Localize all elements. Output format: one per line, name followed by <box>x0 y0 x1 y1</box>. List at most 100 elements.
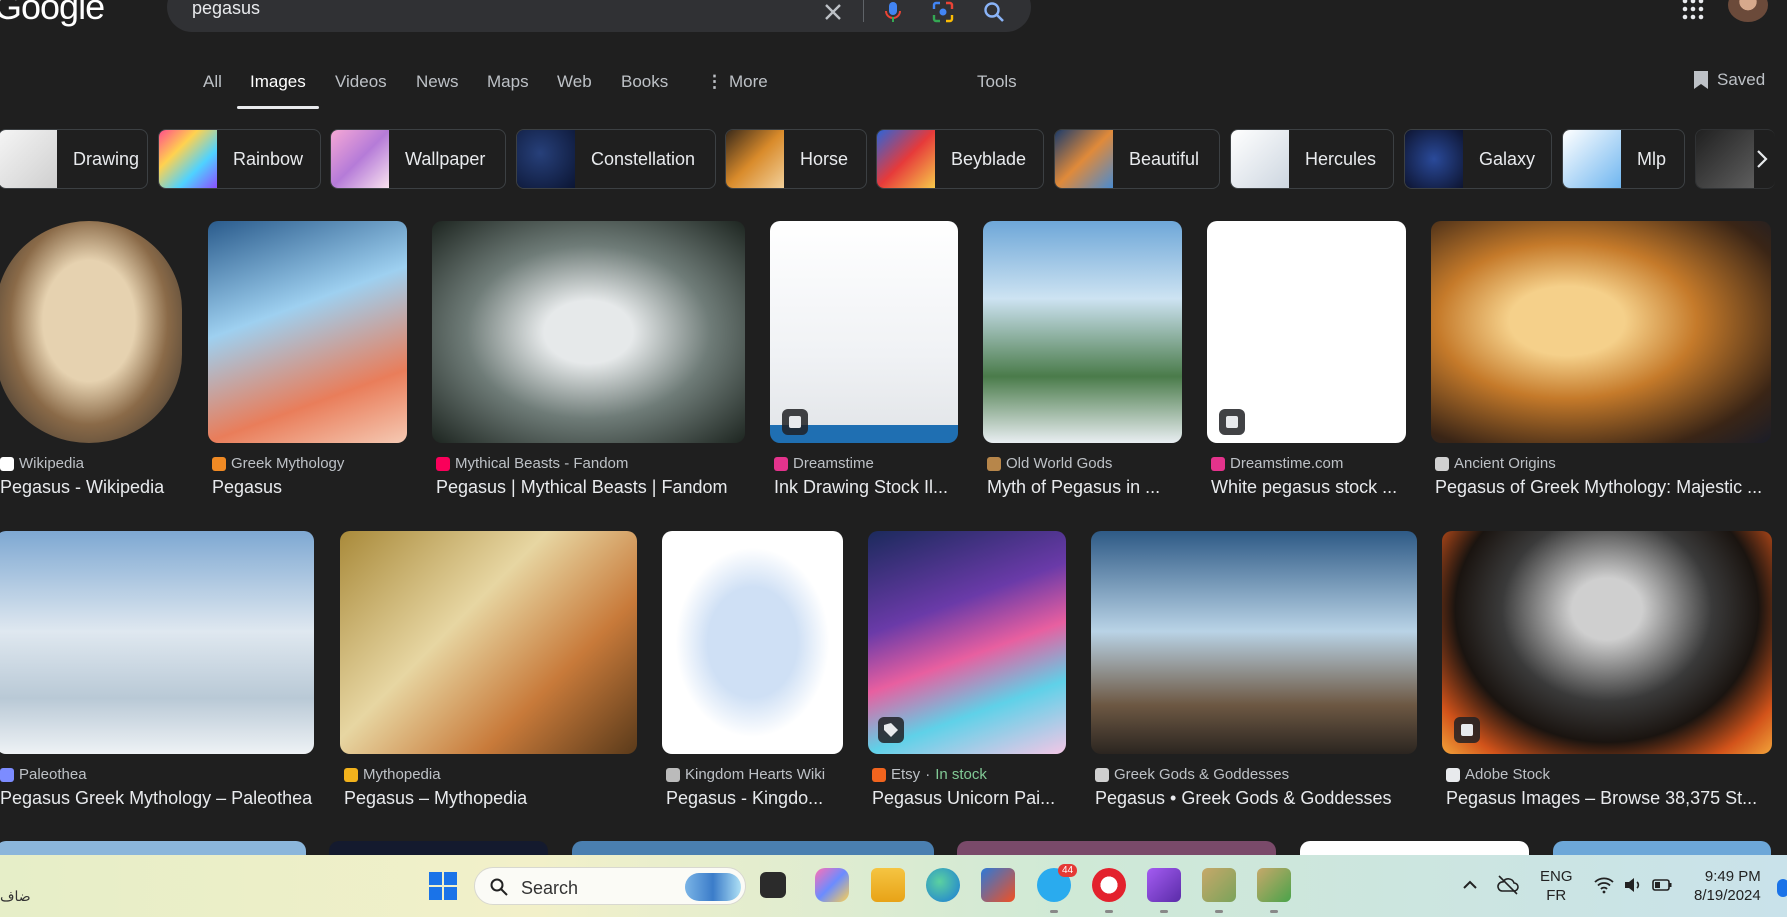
notification-icon[interactable] <box>1777 879 1787 897</box>
google-logo[interactable]: Google <box>0 0 105 28</box>
chip-beyblade[interactable]: Beyblade <box>876 129 1044 189</box>
task-view-icon[interactable] <box>760 872 786 898</box>
image-result[interactable]: Old World Gods Myth of Pegasus in ... <box>983 221 1182 506</box>
result-image[interactable] <box>432 221 745 443</box>
result-image[interactable] <box>0 221 182 443</box>
result-source[interactable]: Old World Gods <box>987 455 1112 472</box>
avatar[interactable] <box>1728 0 1768 22</box>
image-result-peek[interactable] <box>957 841 1276 855</box>
image-result[interactable]: Dreamstime.com White pegasus stock ... <box>1207 221 1406 506</box>
image-result[interactable]: Etsy · In stock Pegasus Unicorn Pai... <box>868 531 1066 816</box>
language-indicator[interactable]: ENG FR <box>1540 867 1573 905</box>
apps-icon[interactable] <box>1682 0 1704 20</box>
result-title[interactable]: Pegasus - Kingdo... <box>666 788 847 809</box>
image-result-peek[interactable] <box>572 841 934 855</box>
system-clock[interactable]: 9:49 PM 8/19/2024 <box>1694 867 1761 905</box>
result-title[interactable]: White pegasus stock ... <box>1211 477 1410 498</box>
tab-more[interactable]: ⋮ More <box>706 72 768 92</box>
result-title[interactable]: Myth of Pegasus in ... <box>987 477 1186 498</box>
result-title[interactable]: Pegasus • Greek Gods & Goddesses <box>1095 788 1421 809</box>
result-title[interactable]: Pegasus – Mythopedia <box>344 788 641 809</box>
mic-icon[interactable] <box>881 0 905 24</box>
search-query[interactable]: pegasus <box>192 0 260 19</box>
result-title[interactable]: Pegasus Images – Browse 38,375 St... <box>1446 788 1776 809</box>
result-source[interactable]: Greek Mythology <box>212 455 344 472</box>
saved-button[interactable]: Saved <box>1693 70 1765 90</box>
result-title[interactable]: Pegasus Greek Mythology – Paleothea <box>0 788 318 809</box>
copilot-icon[interactable] <box>815 868 849 902</box>
image-result[interactable]: Wikipedia Pegasus - Wikipedia <box>0 221 182 506</box>
tab-all[interactable]: All <box>203 72 222 92</box>
result-image[interactable] <box>1431 221 1771 443</box>
battery-icon[interactable] <box>1650 873 1674 897</box>
package-app-icon-2[interactable] <box>1257 868 1291 902</box>
result-image[interactable] <box>1442 531 1772 754</box>
visual-studio-icon[interactable] <box>1147 868 1181 902</box>
store-icon[interactable] <box>981 868 1015 902</box>
windows-start-icon[interactable] <box>428 871 458 901</box>
result-image[interactable] <box>340 531 637 754</box>
chip-wallpaper[interactable]: Wallpaper <box>330 129 506 189</box>
chevron-up-icon[interactable] <box>1458 873 1482 897</box>
image-result[interactable]: Greek Mythology Pegasus <box>208 221 407 506</box>
edge-icon[interactable] <box>926 868 960 902</box>
image-result[interactable]: Paleothea Pegasus Greek Mythology – Pale… <box>0 531 314 816</box>
chip-rainbow[interactable]: Rainbow <box>158 129 321 189</box>
result-source[interactable]: Dreamstime.com <box>1211 455 1343 472</box>
tab-books[interactable]: Books <box>621 72 668 92</box>
image-result[interactable]: Ancient Origins Pegasus of Greek Mytholo… <box>1431 221 1771 506</box>
result-title[interactable]: Pegasus - Wikipedia <box>0 477 186 498</box>
wifi-icon[interactable] <box>1592 873 1616 897</box>
result-title[interactable]: Pegasus Unicorn Pai... <box>872 788 1070 809</box>
result-source[interactable]: Wikipedia <box>0 455 84 472</box>
tab-images[interactable]: Images <box>250 72 306 92</box>
tab-web[interactable]: Web <box>557 72 592 92</box>
chevron-right-icon[interactable] <box>1748 145 1776 173</box>
result-image[interactable] <box>1091 531 1417 754</box>
volume-icon[interactable] <box>1621 873 1645 897</box>
result-source[interactable]: Paleothea <box>0 766 87 783</box>
chip-beautiful[interactable]: Beautiful <box>1054 129 1220 189</box>
lens-icon[interactable] <box>931 0 955 24</box>
image-result-peek[interactable] <box>0 841 306 855</box>
result-image[interactable] <box>662 531 843 754</box>
image-result[interactable]: Kingdom Hearts Wiki Pegasus - Kingdo... <box>662 531 843 816</box>
image-result[interactable]: Mythical Beasts - Fandom Pegasus | Mythi… <box>432 221 745 506</box>
taskbar-search[interactable]: Search <box>474 867 746 905</box>
image-result[interactable]: Dreamstime Ink Drawing Stock Il... <box>770 221 958 506</box>
result-source[interactable]: Mythical Beasts - Fandom <box>436 455 628 472</box>
result-source[interactable]: Dreamstime <box>774 455 874 472</box>
chip-mlp[interactable]: Mlp <box>1562 129 1685 189</box>
result-source[interactable]: Etsy · In stock <box>872 766 987 783</box>
result-image[interactable] <box>0 531 314 754</box>
chip-constellation[interactable]: Constellation <box>516 129 716 189</box>
image-result-peek[interactable] <box>1553 841 1771 855</box>
result-source[interactable]: Adobe Stock <box>1446 766 1550 783</box>
chip-hercules[interactable]: Hercules <box>1230 129 1394 189</box>
chip-galaxy[interactable]: Galaxy <box>1404 129 1552 189</box>
result-title[interactable]: Ink Drawing Stock Il... <box>774 477 962 498</box>
result-title[interactable]: Pegasus | Mythical Beasts | Fandom <box>436 477 749 498</box>
search-box[interactable]: pegasus <box>167 0 1031 32</box>
image-result-peek[interactable] <box>329 841 548 855</box>
tab-videos[interactable]: Videos <box>335 72 387 92</box>
image-result[interactable]: Mythopedia Pegasus – Mythopedia <box>340 531 637 816</box>
tab-news[interactable]: News <box>416 72 459 92</box>
opera-icon[interactable] <box>1092 868 1126 902</box>
result-image[interactable] <box>983 221 1182 443</box>
result-title[interactable]: Pegasus <box>212 477 411 498</box>
image-result[interactable]: Adobe Stock Pegasus Images – Browse 38,3… <box>1442 531 1772 816</box>
chip-horse[interactable]: Horse <box>725 129 867 189</box>
file-explorer-icon[interactable] <box>871 868 905 902</box>
package-app-icon[interactable] <box>1202 868 1236 902</box>
search-icon[interactable] <box>982 0 1006 24</box>
result-image[interactable] <box>208 221 407 443</box>
image-result-peek[interactable] <box>1300 841 1529 855</box>
result-source[interactable]: Ancient Origins <box>1435 455 1556 472</box>
result-source[interactable]: Greek Gods & Goddesses <box>1095 766 1289 783</box>
chip-drawing[interactable]: Drawing <box>0 129 148 189</box>
clear-icon[interactable] <box>821 0 845 24</box>
tab-maps[interactable]: Maps <box>487 72 529 92</box>
result-title[interactable]: Pegasus of Greek Mythology: Majestic ... <box>1435 477 1775 498</box>
tools-button[interactable]: Tools <box>977 72 1017 92</box>
